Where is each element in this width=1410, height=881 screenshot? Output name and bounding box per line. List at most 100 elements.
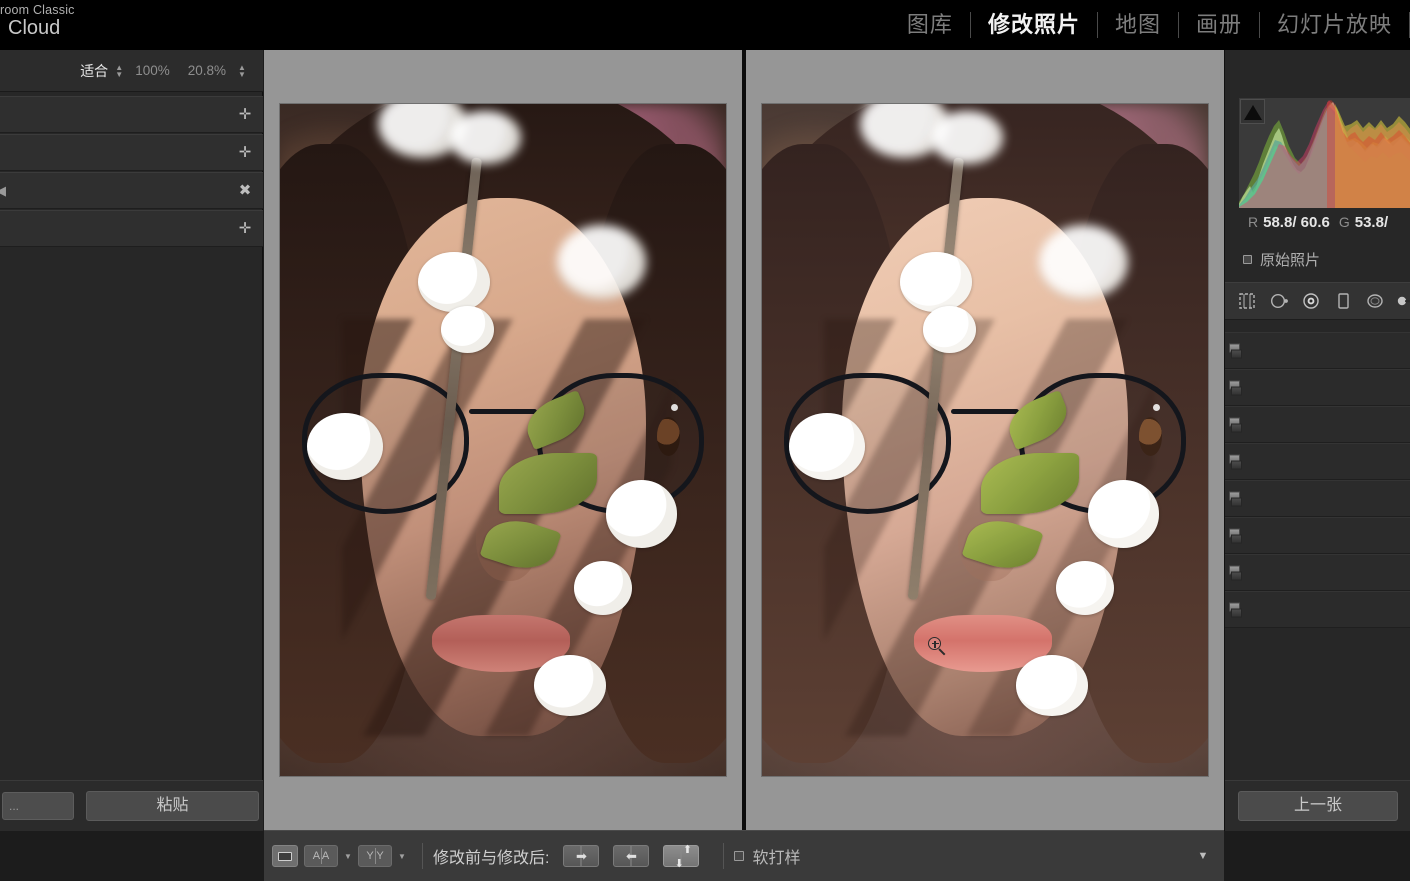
spot-removal-tool-icon[interactable] [1269,291,1289,311]
plus-icon[interactable]: ✛ [237,106,253,123]
image-canvas[interactable] [264,50,1224,831]
blossom-top-2 [931,110,1003,165]
before-after-lr-button[interactable]: A A [304,845,338,867]
after-image[interactable] [762,104,1208,776]
left-panel-sections: ✛ ✛ ◀ ✖ ✛ [0,96,263,247]
glasses-bridge [951,409,1019,415]
eye-right [656,417,681,457]
panel-row-hsl[interactable] [1225,406,1410,443]
glasses-bridge [469,409,537,415]
module-nav-item-3[interactable]: 画册 [1179,0,1259,50]
before-after-compare [264,50,1224,830]
before-after-split-caret-icon[interactable]: ▼ [397,852,407,861]
before-after-lr-caret-icon[interactable]: ▼ [343,852,353,861]
zoom-custom-value[interactable]: 20.8% [188,63,226,78]
rgb-readout: R 58.8/ 60.6 G 53.8/ [1239,210,1410,234]
zoom-toolbar: 适合 ▲ ▼ 100% 20.8% ▲ ▼ [0,50,263,92]
copy-settings-left-button[interactable]: ⬅ [613,845,650,867]
panel-row-lens-corrections[interactable] [1225,517,1410,554]
adjustment-brush-tool-icon[interactable] [1397,291,1410,311]
loupe-view-button[interactable] [272,845,298,867]
rgb-g-label: G [1338,214,1350,230]
original-photo-toggle[interactable]: 原始照片 [1225,242,1410,276]
right-panel-sections [1225,332,1410,628]
module-nav: 图库 修改照片 地图 画册 幻灯片放映 [890,0,1410,50]
before-after-split-button[interactable]: Y Y [358,845,392,867]
left-panel-footer: ... 粘贴 [0,780,263,831]
triangle-icon [1243,105,1262,120]
mask-tool-icon[interactable] [1333,291,1353,311]
arrow-up-icon: ⬆ [682,844,693,856]
blossom-2 [922,305,977,353]
zoom-100-value[interactable]: 100% [135,63,170,78]
swap-settings-button[interactable]: ⬆ ⬇ [663,844,700,870]
zoom-fit-label[interactable]: 适合 [80,61,108,81]
blossom-6 [534,655,606,716]
module-nav-item-0[interactable]: 图库 [890,0,970,50]
section-thumbnail [1229,417,1242,432]
original-photo-checkbox[interactable] [1243,254,1252,264]
tool-strip [1225,282,1410,320]
right-panel: R 58.8/ 60.6 G 53.8/ 原始照片 上一张 [1224,50,1410,831]
toolbar-dropdown-button[interactable]: ▼ [1190,843,1216,869]
blossom-5 [1056,560,1115,615]
zoom-fit-stepper[interactable]: ▲ ▼ [115,63,123,78]
eye-right [1138,417,1163,457]
paste-button[interactable]: 粘贴 [86,791,259,821]
soft-proofing-checkbox[interactable] [734,851,745,861]
rgb-g-value: 53.8/ [1354,213,1389,231]
before-image[interactable] [280,104,726,776]
lightroom-window: room Classic Cloud 图库 修改照片 地图 画册 幻灯片放映 适合 ▲ ▼… [0,0,1410,881]
rgb-r-value: 58.8/ 60.6 [1263,213,1330,231]
shadow-clipping-indicator[interactable] [1240,99,1265,124]
blossom-3 [788,413,865,481]
section-thumbnail [1229,343,1242,358]
brand-line-2: Cloud [8,17,61,39]
section-thumbnail [1229,454,1242,469]
blossom-6 [1016,655,1088,716]
crop-tool-icon[interactable] [1237,291,1257,311]
original-photo-label: 原始照片 [1260,251,1321,269]
blossom-4 [605,480,677,548]
panel-row-detail[interactable] [1225,480,1410,517]
blossom-1 [900,251,972,313]
panel-row-color-grading[interactable] [1225,443,1410,480]
panel-row-basic[interactable] [1225,332,1410,369]
left-panel: 适合 ▲ ▼ 100% 20.8% ▲ ▼ ✛ ✛ ◀ ✖ ✛ ... 粘贴 [0,50,263,831]
panel-row-effects[interactable] [1225,591,1410,628]
soft-proofing-toggle[interactable]: 软打样 [734,844,800,868]
right-panel-footer: 上一张 [1225,780,1410,831]
section-thumbnail [1229,602,1242,617]
module-nav-item-1[interactable]: 修改照片 [971,0,1097,50]
histogram[interactable] [1239,98,1410,208]
app-header: room Classic Cloud 图库 修改照片 地图 画册 幻灯片放映 [0,0,1410,50]
module-nav-item-2[interactable]: 地图 [1098,0,1178,50]
blossom-4 [1087,480,1159,548]
arrow-right-icon: ➡ [576,848,587,864]
preset-row-1[interactable]: ✛ [0,96,263,133]
radial-filter-tool-icon[interactable] [1365,291,1385,311]
blossom-1 [418,251,490,313]
blossom-5 [574,560,633,615]
plus-icon[interactable]: ✛ [237,220,253,237]
blossom-top-2 [449,110,521,165]
blossom-top-3 [1038,224,1128,299]
more-options-button[interactable]: ... [2,792,74,820]
toolbar-divider-1 [422,843,423,869]
copy-settings-right-button[interactable]: ➡ [563,845,600,867]
module-nav-item-4[interactable]: 幻灯片放映 [1260,0,1409,50]
panel-row-transform[interactable] [1225,554,1410,591]
preset-row-2[interactable]: ✛ [0,134,263,171]
plus-icon[interactable]: ✛ [237,144,253,161]
after-pane[interactable] [746,50,1224,830]
before-pane[interactable] [264,50,742,830]
panel-row-tone-curve[interactable] [1225,369,1410,406]
history-row[interactable]: ◀ ✖ [0,172,263,209]
red-eye-tool-icon[interactable] [1301,291,1321,311]
close-icon[interactable]: ✖ [237,182,253,199]
section-label-clipped: ◀ [0,182,6,198]
previous-photo-button[interactable]: 上一张 [1238,791,1398,821]
blossom-3 [306,413,383,481]
collections-row[interactable]: ✛ [0,210,263,247]
zoom-custom-stepper[interactable]: ▲ ▼ [238,63,246,78]
